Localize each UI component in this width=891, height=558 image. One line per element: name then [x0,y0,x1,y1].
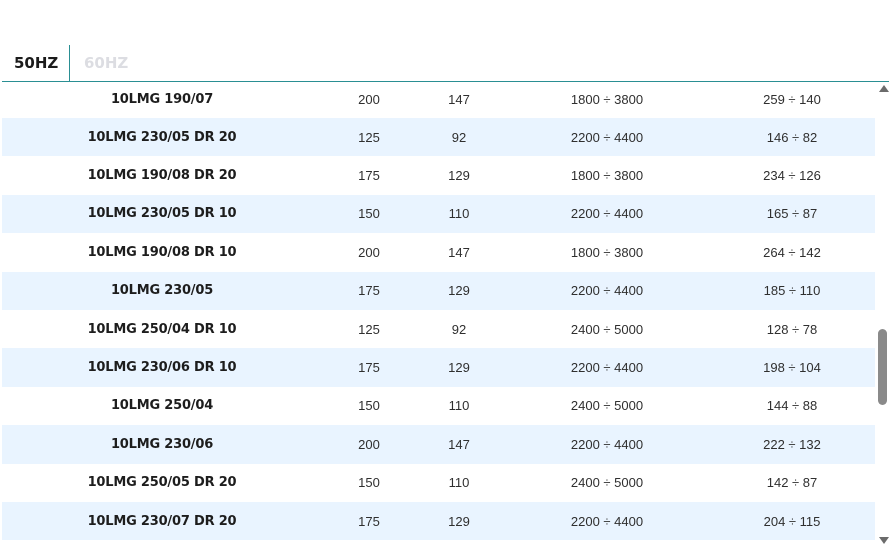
table-row: 10LMG 250/05 DR 20 150 110 2400 ÷ 5000 142 ÷… [2,464,875,502]
model-name-cell: 10LMG 230/05 DR 10 [87,206,237,222]
value-cell: 150 [358,475,380,491]
table-row: 10LMG 230/06 200 147 2200 ÷ 4400 222 ÷ 132 [2,425,875,464]
value-cell: 144 ÷ 88 [766,398,818,414]
tab-60hz[interactable]: 60HZ [84,45,128,81]
table-row: 10LMG 190/08 DR 20 175 129 1800 ÷ 3800 234 ÷… [2,156,875,194]
value-cell: 92 [451,321,467,337]
tab-50hz[interactable]: 50HZ [14,45,58,81]
table-row: 10LMG 250/04 150 110 2400 ÷ 5000 144 ÷ 88 [2,387,875,425]
scroll-down-icon[interactable] [879,537,889,544]
model-name-cell: 10LMG 230/05 [110,283,214,299]
model-name-cell: 10LMG 250/04 [110,398,214,414]
value-cell: 150 [358,206,380,222]
value-cell: 2200 ÷ 4400 [570,283,644,299]
model-name-cell: 10LMG 230/06 DR 10 [87,360,237,376]
table-row: 10LMG 230/07 DR 20 175 129 2200 ÷ 4400 204 ÷… [2,501,875,541]
table-row: 10LMG 230/05 DR 10 150 110 2200 ÷ 4400 165 ÷… [2,194,875,234]
pump-table: 10LMG 190/07 200 147 1800 ÷ 3800 259 ÷ 140 10… [2,81,875,558]
value-cell: 165 ÷ 87 [766,206,818,222]
value-cell: 146 ÷ 82 [766,129,818,145]
value-cell: 259 ÷ 140 [763,92,821,107]
value-cell: 150 [358,398,380,414]
table-row: 10LMG 230/05 175 129 2200 ÷ 4400 185 ÷ 110 [2,271,875,310]
value-cell: 128 ÷ 78 [766,321,818,337]
value-cell: 200 [358,92,380,107]
value-cell: 198 ÷ 104 [763,360,821,376]
table-row: 10LMG 190/08 DR 10 200 147 1800 ÷ 3800 264 ÷… [2,233,875,271]
model-name-cell: 10LMG 230/07 DR 20 [87,513,237,529]
tab-divider [69,45,70,81]
model-name-cell: 10LMG 190/07 [110,92,214,107]
value-cell: 147 [448,244,470,260]
value-cell: 110 [448,475,470,491]
value-cell: 175 [358,360,380,376]
value-cell: 2400 ÷ 5000 [570,398,644,414]
frequency-tabs: 50HZ 60HZ [2,45,889,82]
value-cell: 175 [358,168,380,184]
value-cell: 2200 ÷ 4400 [570,360,644,376]
value-cell: 110 [448,206,470,222]
value-cell: 110 [448,398,470,414]
value-cell: 175 [358,283,380,299]
value-cell: 129 [448,168,470,184]
value-cell: 129 [448,513,470,529]
value-cell: 175 [358,513,380,529]
value-cell: 234 ÷ 126 [763,168,821,184]
model-name-cell: 10LMG 250/04 DR 10 [87,321,237,337]
model-name-cell: 10LMG 250/05 DR 20 [87,475,237,491]
value-cell: 125 [358,129,380,145]
value-cell: 2400 ÷ 5000 [570,321,644,337]
value-cell: 1800 ÷ 3800 [570,244,644,260]
value-cell: 125 [358,321,380,337]
value-cell: 204 ÷ 115 [763,513,821,529]
model-name-cell: 10LMG 230/06 [110,436,214,452]
model-name-cell: 10LMG 190/08 DR 20 [87,168,237,184]
value-cell: 200 [358,244,380,260]
scroll-thumb[interactable] [878,329,887,405]
table-row: 10LMG 230/05 DR 20 125 92 2200 ÷ 4400 146 ÷ … [2,118,875,157]
scroll-up-icon[interactable] [879,85,889,92]
value-cell: 200 [358,436,380,452]
value-cell: 1800 ÷ 3800 [570,92,644,107]
value-cell: 185 ÷ 110 [763,283,821,299]
value-cell: 92 [451,129,467,145]
vertical-scrollbar[interactable] [876,81,890,546]
value-cell: 2400 ÷ 5000 [570,475,644,491]
value-cell: 2200 ÷ 4400 [570,436,644,452]
value-cell: 147 [448,92,470,107]
value-cell: 2200 ÷ 4400 [570,129,644,145]
table-row: 10LMG 230/06 DR 10 175 129 2200 ÷ 4400 198 ÷… [2,348,875,387]
model-name-cell: 10LMG 230/05 DR 20 [87,129,237,145]
value-cell: 2200 ÷ 4400 [570,513,644,529]
model-name-cell: 10LMG 190/08 DR 10 [87,244,237,260]
value-cell: 147 [448,436,470,452]
value-cell: 142 ÷ 87 [766,475,818,491]
value-cell: 1800 ÷ 3800 [570,168,644,184]
table-row: 10LMG 190/07 200 147 1800 ÷ 3800 259 ÷ 140 [2,81,875,118]
value-cell: 129 [448,283,470,299]
value-cell: 129 [448,360,470,376]
value-cell: 222 ÷ 132 [763,436,821,452]
value-cell: 264 ÷ 142 [763,244,821,260]
value-cell: 2200 ÷ 4400 [570,206,644,222]
table-row: 10LMG 250/04 DR 10 125 92 2400 ÷ 5000 128 ÷ … [2,310,875,348]
